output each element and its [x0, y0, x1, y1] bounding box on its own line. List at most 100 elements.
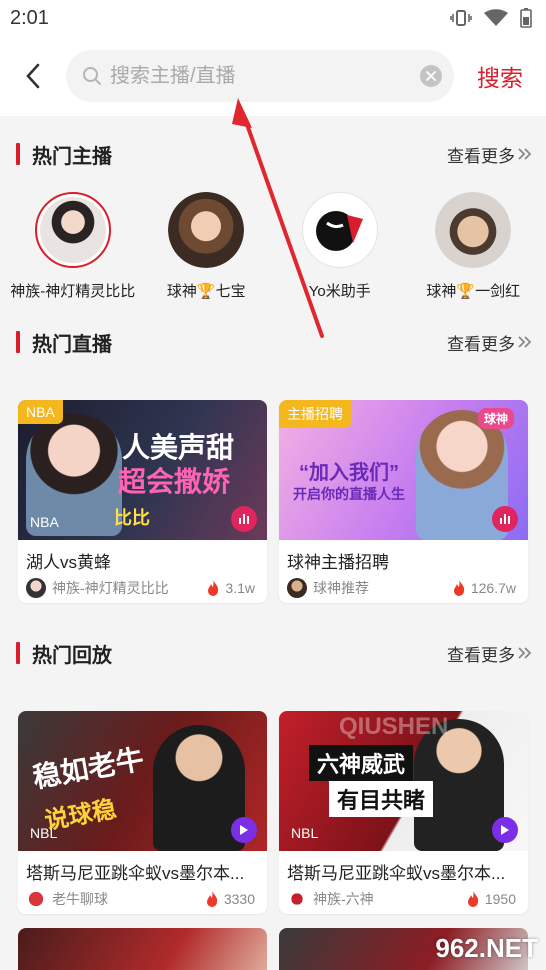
search-icon: [83, 67, 101, 85]
anchor-name: 神族-神灯精灵比比: [10, 283, 136, 300]
card-author: 球神推荐: [313, 580, 369, 596]
vibrate-icon: [450, 10, 472, 26]
thumb-subtitle: 球神: [477, 408, 514, 429]
section-hot-live-header: 热门直播 查看更多: [0, 304, 546, 380]
card-heat: 126.7w: [470, 580, 516, 596]
avatar: [168, 192, 245, 268]
card-title: 塔斯马尼亚跳伞蚁vs墨尔本...: [287, 864, 506, 883]
back-arrow-icon: [26, 63, 40, 89]
avatar: [287, 578, 307, 598]
double-chevron-right-icon: [518, 647, 532, 659]
search-button[interactable]: 搜索: [454, 59, 546, 93]
card-heat: 3.1w: [225, 580, 255, 596]
thumb-headline: 稳如老牛: [30, 743, 147, 794]
battery-icon: [520, 8, 532, 28]
card-author: 神族-六神: [313, 891, 374, 907]
section-hot-replay-header: 热门回放 查看更多: [0, 615, 546, 691]
anchor-item[interactable]: Yo米助手: [275, 192, 405, 304]
category-label: NBL: [291, 825, 319, 841]
anchor-name: Yo米助手: [308, 283, 371, 300]
anchor-item[interactable]: 神族-神灯精灵比比: [8, 192, 138, 304]
avatar: [26, 578, 46, 598]
thumb-headline: 六神威武: [309, 745, 414, 781]
thumb-headline: 有目共睹: [329, 781, 434, 817]
live-badge: [231, 506, 257, 532]
anchor-item[interactable]: 球神🏆七宝: [141, 192, 271, 304]
card-heat: 3330: [223, 891, 255, 907]
content-area[interactable]: 热门主播 查看更多 神族-神灯精灵比比 球神🏆七宝 Yo米助手 球神🏆一剑红 热…: [0, 116, 546, 970]
anchor-name: 球神🏆一剑红: [426, 283, 521, 300]
card-thumbnail: QIUSHEN 六神威武 有目共睹 NBL: [279, 711, 528, 851]
live-badge: [492, 506, 518, 532]
section-accent-bar: [16, 642, 20, 664]
avatar: [287, 889, 307, 909]
card-meta: 神族-六神 1950: [279, 884, 528, 909]
anchor-list: 神族-神灯精灵比比 球神🏆七宝 Yo米助手 球神🏆一剑红: [0, 192, 546, 304]
avatar: [301, 192, 378, 268]
yomi-logo-icon: [315, 211, 363, 251]
card-thumbnail: 人美声甜 超会撒娇 比比 NBA NBA: [18, 400, 267, 540]
card-thumbnail: “加入我们” 开启你的直播人生 球神 主播招聘: [279, 400, 528, 540]
thumb-headline: “加入我们”: [299, 462, 399, 484]
status-icons: [450, 8, 532, 28]
card-title: 球神主播招聘: [287, 553, 389, 572]
thumb-headline: 超会撒娇: [118, 466, 231, 497]
site-watermark: 962.NET: [435, 933, 538, 963]
section-hot-anchors-header: 热门主播 查看更多: [0, 116, 546, 192]
view-more-replay-link[interactable]: 查看更多: [447, 641, 532, 666]
category-label: NBL: [30, 825, 58, 841]
category-tag: NBA: [18, 400, 63, 424]
anchor-item[interactable]: 球神🏆一剑红: [408, 192, 538, 304]
clear-button[interactable]: [420, 65, 442, 87]
play-icon: [240, 825, 248, 835]
thumb-subtitle: QIUSHEN: [339, 713, 449, 740]
live-card[interactable]: 人美声甜 超会撒娇 比比 NBA NBA 湖人vs黄蜂 神族-神灯精灵比比 3.…: [18, 400, 267, 603]
section-title: 热门回放: [32, 644, 112, 667]
search-header: 搜索: [0, 36, 546, 116]
avatar: [34, 192, 111, 268]
view-more-anchors-link[interactable]: 查看更多: [447, 142, 532, 167]
replay-card[interactable]: [18, 928, 267, 970]
card-title: 塔斯马尼亚跳伞蚁vs墨尔本...: [26, 864, 245, 883]
fire-icon: [206, 891, 218, 907]
fire-icon: [453, 580, 465, 596]
live-card[interactable]: “加入我们” 开启你的直播人生 球神 主播招聘 球神主播招聘 球神推荐 126.…: [279, 400, 528, 603]
play-icon: [501, 825, 509, 835]
card-author: 神族-神灯精灵比比: [52, 580, 169, 596]
live-bars-icon: [500, 514, 510, 524]
replay-card-list: 稳如老牛 说球稳 NBL 塔斯马尼亚跳伞蚁vs墨尔本... 老牛聊球 3330 …: [0, 711, 546, 914]
section-accent-bar: [16, 331, 20, 353]
anchor-name: 球神🏆七宝: [166, 283, 246, 300]
section-title: 热门直播: [32, 333, 112, 356]
search-input[interactable]: [110, 64, 420, 88]
view-more-live-link[interactable]: 查看更多: [447, 330, 532, 355]
thumb-headline: 开启你的直播人生: [293, 486, 405, 502]
back-button[interactable]: [0, 36, 66, 116]
search-box[interactable]: [66, 50, 454, 102]
play-badge: [231, 817, 257, 843]
card-title: 湖人vs黄蜂: [26, 553, 111, 572]
status-bar: 2:01: [0, 0, 546, 36]
card-meta: 球神推荐 126.7w: [279, 573, 528, 598]
double-chevron-right-icon: [518, 148, 532, 160]
fire-icon: [467, 891, 479, 907]
fire-icon: [208, 580, 219, 596]
avatar: [26, 889, 46, 909]
close-icon: [426, 71, 436, 81]
avatar: [435, 192, 512, 268]
card-heat: 1950: [484, 891, 516, 907]
wifi-icon: [484, 9, 508, 26]
category-tag: 主播招聘: [279, 400, 351, 428]
card-meta: 老牛聊球 3330: [18, 884, 267, 909]
section-accent-bar: [16, 143, 20, 165]
category-label: NBA: [30, 514, 59, 530]
replay-card[interactable]: QIUSHEN 六神威武 有目共睹 NBL 塔斯马尼亚跳伞蚁vs墨尔本... 神…: [279, 711, 528, 914]
card-author: 老牛聊球: [52, 891, 108, 907]
card-meta: 神族-神灯精灵比比 3.1w: [18, 573, 267, 598]
status-time: 2:01: [10, 6, 49, 29]
play-badge: [492, 817, 518, 843]
live-card-list: 人美声甜 超会撒娇 比比 NBA NBA 湖人vs黄蜂 神族-神灯精灵比比 3.…: [0, 400, 546, 603]
card-thumbnail: 稳如老牛 说球稳 NBL: [18, 711, 267, 851]
replay-card[interactable]: 稳如老牛 说球稳 NBL 塔斯马尼亚跳伞蚁vs墨尔本... 老牛聊球 3330: [18, 711, 267, 914]
section-title: 热门主播: [32, 145, 112, 168]
